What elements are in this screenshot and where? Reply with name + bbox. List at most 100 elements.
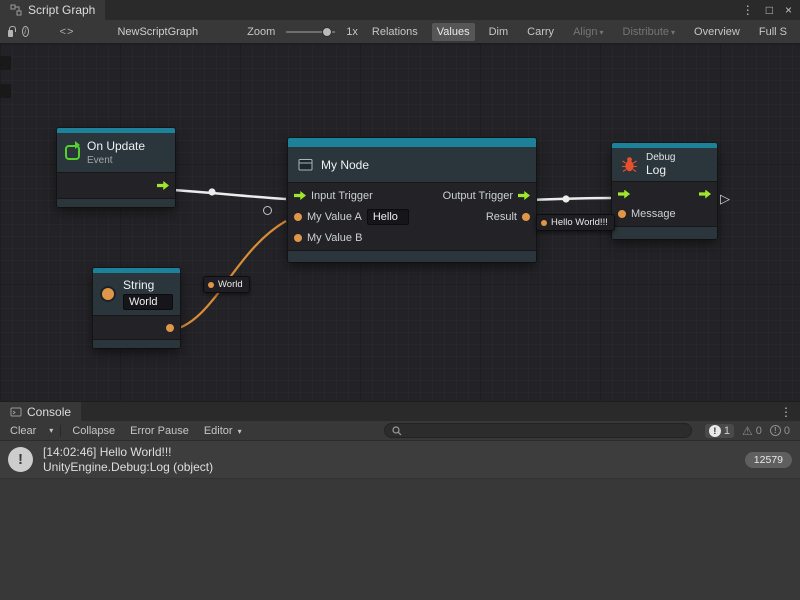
fullscreen-button[interactable]: Full S xyxy=(754,23,792,41)
editor-label: Editor xyxy=(204,425,233,437)
collapse-button[interactable]: Collapse xyxy=(68,423,119,439)
search-icon xyxy=(392,426,402,436)
node-header: String xyxy=(93,273,180,315)
node-header: On Update Event xyxy=(57,133,175,172)
input-trigger-label: Input Trigger xyxy=(311,190,373,202)
node-debug-log[interactable]: Debug Log Message xyxy=(612,143,717,239)
distribute-label: Distribute xyxy=(623,26,669,38)
overview-button[interactable]: Overview xyxy=(689,23,745,41)
toolbar-divider xyxy=(60,425,61,437)
editor-caret-icon: ▾ xyxy=(238,427,242,436)
string-value-input[interactable] xyxy=(123,294,173,310)
output-trigger-label: Output Trigger xyxy=(443,190,513,202)
flow-output-port[interactable] xyxy=(157,181,169,190)
node-footer xyxy=(288,250,536,262)
graph-canvas[interactable]: On Update Event String xyxy=(0,44,800,401)
message-label: Message xyxy=(631,208,676,220)
editor-button[interactable]: Editor ▾ xyxy=(200,423,246,439)
window-menu-icon[interactable]: ⋮ xyxy=(742,3,754,17)
node-on-update[interactable]: On Update Event xyxy=(57,128,175,207)
console-toolbar: Clear ▾ Collapse Error Pause Editor ▾ ! … xyxy=(0,421,800,441)
console-badges: ! 1 ⚠ 0 ! 0 xyxy=(705,424,794,438)
wire-onupdate-to-mynode[interactable] xyxy=(172,190,286,199)
tab-script-graph[interactable]: Script Graph xyxy=(0,0,105,20)
error-pause-button[interactable]: Error Pause xyxy=(126,423,193,439)
align-button[interactable]: Align▾ xyxy=(568,23,608,41)
warning-count: 0 xyxy=(756,425,762,437)
value-b-label: My Value B xyxy=(307,232,362,244)
window-tab-bar: Script Graph ⋮ □ × xyxy=(0,0,800,20)
console-tab-bar: Console ⋮ xyxy=(0,401,800,421)
flow-input-port[interactable] xyxy=(618,190,630,199)
update-loop-icon xyxy=(65,145,80,160)
clear-button[interactable]: Clear xyxy=(6,423,40,439)
node-header: Debug Log xyxy=(612,148,717,181)
output-trigger-port[interactable] xyxy=(518,191,530,200)
console-search-input[interactable] xyxy=(406,425,684,437)
dim-button[interactable]: Dim xyxy=(484,23,514,41)
value-b-port[interactable] xyxy=(294,234,302,242)
info-icon[interactable]: i xyxy=(22,26,29,37)
zoom-label: Zoom xyxy=(247,26,275,38)
play-indicator-icon: ▷ xyxy=(720,191,730,207)
node-subtitle: Event xyxy=(87,155,145,166)
flow-output-port[interactable] xyxy=(699,190,711,199)
wire-dot-flow-2 xyxy=(562,195,569,202)
console-search[interactable] xyxy=(384,423,692,438)
value-a-port[interactable] xyxy=(294,213,302,221)
graph-name-label: NewScriptGraph xyxy=(117,26,198,38)
value-dot-icon xyxy=(208,282,214,288)
warning-filter-badge[interactable]: ⚠ 0 xyxy=(742,425,762,437)
result-port[interactable] xyxy=(522,213,530,221)
node-subtitle: Debug xyxy=(646,152,675,163)
console-menu-icon[interactable]: ⋮ xyxy=(780,402,800,421)
graph-toolbar: i <> NewScriptGraph Zoom 1x Relations Va… xyxy=(0,20,800,44)
error-icon: ! xyxy=(770,425,781,436)
info-filter-badge[interactable]: ! 1 xyxy=(705,424,734,438)
wire-value-result-label: Hello World!!! xyxy=(551,217,608,228)
edit-code-icon[interactable]: <> xyxy=(60,26,75,38)
wire-value-world-label: World xyxy=(218,279,243,290)
wire-value-bubble-result: Hello World!!! xyxy=(536,214,615,231)
distribute-caret-icon: ▾ xyxy=(671,28,675,37)
zoom-value: 1x xyxy=(346,26,358,38)
log-text: [14:02:46] Hello World!!! UnityEngine.De… xyxy=(43,445,213,474)
result-label: Result xyxy=(486,211,517,223)
zoom-slider[interactable] xyxy=(286,31,335,33)
tab-console[interactable]: Console xyxy=(0,402,81,421)
log-line-2: UnityEngine.Debug:Log (object) xyxy=(43,460,213,474)
node-my-node[interactable]: My Node Input Trigger Output Trigger My … xyxy=(288,138,536,262)
wire-mynode-to-debug[interactable] xyxy=(530,198,612,200)
node-footer xyxy=(93,339,180,348)
relations-button[interactable]: Relations xyxy=(367,23,423,41)
node-string[interactable]: String xyxy=(93,268,180,348)
input-trigger-port[interactable] xyxy=(294,191,306,200)
info-log-icon: ! xyxy=(709,425,721,437)
window-maximize-icon[interactable]: □ xyxy=(766,3,773,17)
string-literal-icon xyxy=(100,286,116,302)
tab-console-label: Console xyxy=(27,405,71,419)
node-footer xyxy=(57,198,175,207)
value-a-input[interactable] xyxy=(367,209,409,225)
unconnected-port-indicator[interactable] xyxy=(263,206,272,215)
console-empty-area[interactable] xyxy=(0,479,800,600)
carry-button[interactable]: Carry xyxy=(522,23,559,41)
lock-icon[interactable] xyxy=(8,30,13,37)
value-a-label: My Value A xyxy=(307,211,362,223)
node-header: My Node xyxy=(288,147,536,182)
distribute-button[interactable]: Distribute▾ xyxy=(618,23,680,41)
clear-caret-icon[interactable]: ▾ xyxy=(49,426,53,435)
console-log-entry[interactable]: ! [14:02:46] Hello World!!! UnityEngine.… xyxy=(0,441,800,479)
window-close-icon[interactable]: × xyxy=(785,3,792,17)
unit-cube-icon xyxy=(297,156,314,173)
zoom-slider-knob[interactable] xyxy=(322,27,332,37)
message-port[interactable] xyxy=(618,210,626,218)
node-footer xyxy=(612,226,717,239)
value-output-port[interactable] xyxy=(166,324,174,332)
values-button[interactable]: Values xyxy=(432,23,475,41)
node-title: On Update xyxy=(87,139,145,153)
window-controls: ⋮ □ × xyxy=(742,0,800,20)
log-info-icon: ! xyxy=(8,447,33,472)
error-filter-badge[interactable]: ! 0 xyxy=(770,425,790,437)
node-header-strip xyxy=(288,138,536,147)
